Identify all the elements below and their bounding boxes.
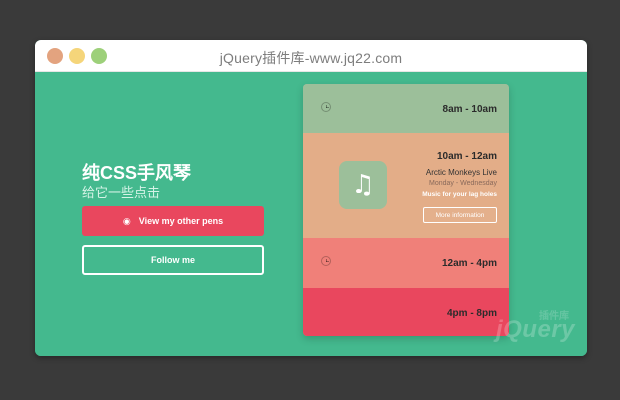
follow-me-button[interactable]: Follow me [82, 245, 264, 275]
music-tile: ♫ [339, 161, 387, 209]
view-other-pens-button[interactable]: ◉ View my other pens [82, 206, 264, 236]
view-other-pens-label: View my other pens [138, 216, 224, 226]
browser-window: jQuery插件库-www.jq22.com 纯CSS手风琴 给它一些点击 ◉ … [35, 40, 587, 356]
hero-subtitle: 给它一些点击 [82, 185, 161, 200]
more-information-label: More information [435, 211, 485, 219]
slot-8am-10am[interactable]: 8am - 10am [303, 84, 509, 133]
eye-icon: ◉ [122, 215, 131, 226]
more-information-button[interactable]: More information [423, 207, 497, 223]
event-tagline: Music for your lag holes [422, 191, 497, 198]
slot-4pm-8pm[interactable]: 4pm - 8pm [303, 288, 509, 336]
event-days: Monday - Wednesday [429, 180, 497, 187]
window-title: jQuery插件库-www.jq22.com [219, 50, 403, 66]
slot-time: 8am - 10am [442, 104, 497, 115]
music-note-icon: ♫ [351, 170, 375, 200]
slot-10am-12am[interactable]: ♫ 10am - 12am Arctic Monkeys Live Monday… [303, 133, 509, 238]
page-content: 纯CSS手风琴 给它一些点击 ◉ View my other pens Foll… [35, 72, 587, 356]
slot-time: 12am - 4pm [441, 258, 497, 269]
slot-12am-4pm[interactable]: 12am - 4pm [303, 238, 509, 288]
watermark: jQuery [495, 316, 575, 343]
event-title: Arctic Monkeys Live [425, 168, 497, 177]
window-titlebar: jQuery插件库-www.jq22.com [35, 40, 587, 72]
alarm-clock-icon [321, 102, 331, 112]
accordion-card: 8am - 10am ♫ 10am - 12am Arctic Monkeys … [303, 84, 509, 336]
slot-time: 4pm - 8pm [446, 308, 497, 319]
slot-time: 10am - 12am [436, 151, 497, 162]
alarm-clock-icon [321, 256, 331, 266]
follow-me-label: Follow me [150, 255, 195, 265]
